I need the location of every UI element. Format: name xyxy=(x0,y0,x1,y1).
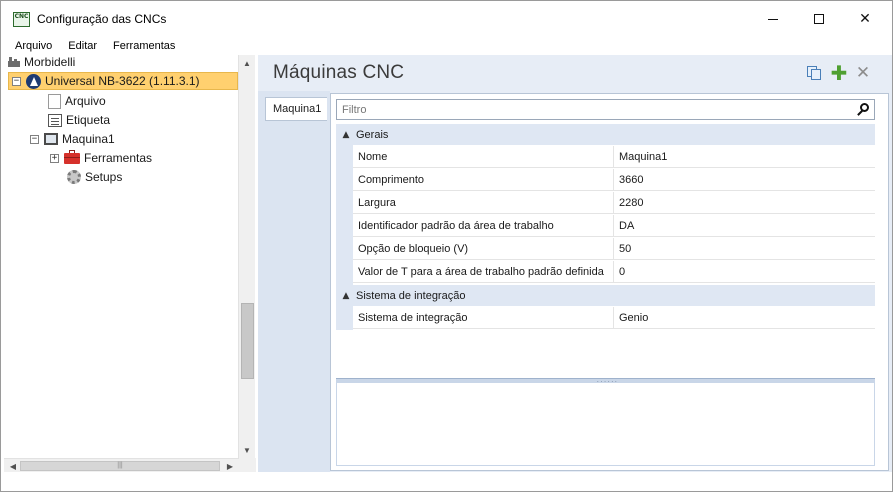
search-icon[interactable] xyxy=(856,102,871,117)
property-name: Largura xyxy=(353,192,614,214)
filter-input[interactable]: Filtro xyxy=(336,99,875,120)
delete-machine-button[interactable]: ✕ xyxy=(854,63,872,83)
property-value[interactable]: 50 xyxy=(615,238,875,260)
tree-node-label: Arquivo xyxy=(65,94,106,108)
add-machine-button[interactable]: ✚ xyxy=(830,61,848,85)
property-row-opcao-bloqueio[interactable]: Opção de bloqueio (V) 50 xyxy=(353,238,875,260)
grid-gutter xyxy=(336,307,353,330)
menu-ferramentas[interactable]: Ferramentas xyxy=(105,40,183,52)
tree-vertical-scrollbar[interactable]: ▲ ▼ xyxy=(238,55,255,458)
property-value[interactable]: 0 xyxy=(615,261,875,283)
label-icon xyxy=(48,113,62,127)
property-row-sistema-integracao[interactable]: Sistema de integração Genio xyxy=(353,307,875,329)
title-bar[interactable]: CNC Configuração das CNCs ✕ xyxy=(1,1,892,37)
tree-node-universal-nb-3622[interactable]: − Universal NB-3622 (1.11.3.1) xyxy=(8,72,238,90)
pane-header: Máquinas CNC ✚ ✕ xyxy=(258,55,892,91)
property-name: Opção de bloqueio (V) xyxy=(353,238,614,260)
collapse-caret-icon[interactable]: ▲ xyxy=(336,291,356,301)
app-window: CNC Configuração das CNCs ✕ Arquivo Edit… xyxy=(0,0,893,492)
scroll-up-icon[interactable]: ▲ xyxy=(239,55,255,71)
collapse-caret-icon[interactable]: ▲ xyxy=(336,130,356,140)
tree-node-maquina1[interactable]: − Maquina1 xyxy=(30,130,115,148)
machine-icon xyxy=(44,133,58,145)
property-description-panel xyxy=(336,383,875,466)
property-value[interactable]: Maquina1 xyxy=(615,146,875,168)
morbidelli-logo-icon xyxy=(26,73,41,89)
close-icon: ✕ xyxy=(859,11,871,27)
tree-node-label: Etiqueta xyxy=(66,113,111,127)
tree-node-morbidelli[interactable]: Morbidelli xyxy=(8,53,75,71)
minimize-button[interactable] xyxy=(750,1,796,37)
gear-icon xyxy=(67,170,81,184)
category-gerais[interactable]: ▲ Gerais xyxy=(336,124,875,145)
property-name: Valor de T para a área de trabalho padrã… xyxy=(353,261,614,283)
scrollbar-corner xyxy=(239,458,256,472)
category-label: Gerais xyxy=(356,128,389,141)
toolbox-icon xyxy=(64,149,80,164)
duplicate-button[interactable] xyxy=(805,64,823,82)
property-value[interactable]: DA xyxy=(615,215,875,237)
scroll-thumb[interactable] xyxy=(241,303,254,379)
tree-node-label: Morbidelli xyxy=(24,55,76,69)
property-value[interactable]: Genio xyxy=(615,307,875,329)
menu-bar: Arquivo Editar Ferramentas xyxy=(1,37,892,55)
property-name: Sistema de integração xyxy=(353,307,614,329)
filter-placeholder: Filtro xyxy=(342,104,367,116)
maximize-button[interactable] xyxy=(796,1,842,37)
scroll-thumb[interactable]: ||| xyxy=(20,461,220,471)
property-row-nome[interactable]: Nome Maquina1 xyxy=(353,146,875,168)
tree-node-arquivo[interactable]: Arquivo xyxy=(48,92,106,110)
category-sistema-integracao[interactable]: ▲ Sistema de integração xyxy=(336,285,875,306)
maximize-icon xyxy=(814,14,824,24)
tree-node-label: Ferramentas xyxy=(84,151,153,165)
expand-toggle[interactable]: + xyxy=(50,153,59,163)
factory-icon xyxy=(8,57,20,67)
cnc-app-icon: CNC xyxy=(13,12,30,27)
property-name: Nome xyxy=(353,146,614,168)
delete-icon: ✕ xyxy=(855,63,871,83)
menu-editar[interactable]: Editar xyxy=(60,40,105,52)
scroll-down-icon[interactable]: ▼ xyxy=(239,442,255,458)
copy-icon-front xyxy=(811,69,821,80)
property-name: Comprimento xyxy=(353,169,614,191)
page-title: Máquinas CNC xyxy=(273,62,405,83)
plus-icon: ✚ xyxy=(830,61,848,85)
scroll-right-icon[interactable]: ▶ xyxy=(223,459,237,473)
scroll-left-icon[interactable]: ◀ xyxy=(6,459,20,473)
menu-arquivo[interactable]: Arquivo xyxy=(1,40,60,52)
property-row-identificador[interactable]: Identificador padrão da área de trabalho… xyxy=(353,215,875,237)
tree-node-etiqueta[interactable]: Etiqueta xyxy=(48,111,110,129)
property-name: Identificador padrão da área de trabalho xyxy=(353,215,614,237)
tab-maquina1[interactable]: Maquina1 xyxy=(265,97,327,121)
collapse-toggle[interactable]: − xyxy=(30,134,39,144)
property-row-valor-t[interactable]: Valor de T para a área de trabalho padrã… xyxy=(353,261,875,283)
category-label: Sistema de integração xyxy=(356,289,466,302)
cnc-machines-pane: Máquinas CNC ✚ ✕ Maquina1 Filtro ▲ Gerai… xyxy=(258,55,892,472)
machine-tab-strip xyxy=(258,91,330,472)
cnc-tree: Morbidelli − Universal NB-3622 (1.11.3.1… xyxy=(4,55,256,472)
property-value[interactable]: 2280 xyxy=(615,192,875,214)
close-button[interactable]: ✕ xyxy=(842,1,888,37)
window-title: Configuração das CNCs xyxy=(37,12,167,26)
tree-node-setups[interactable]: Setups xyxy=(67,168,122,186)
collapse-toggle[interactable]: − xyxy=(12,76,21,86)
property-grid: ▲ Gerais Nome Maquina1 Comprimento 3660 … xyxy=(336,124,875,378)
property-row-largura[interactable]: Largura 2280 xyxy=(353,192,875,214)
tree-node-label: Universal NB-3622 (1.11.3.1) xyxy=(45,74,200,88)
document-icon xyxy=(48,93,61,109)
minimize-icon xyxy=(768,18,778,20)
property-value[interactable]: 3660 xyxy=(615,169,875,191)
tree-node-label: Setups xyxy=(85,170,123,184)
tree-node-ferramentas[interactable]: + Ferramentas xyxy=(50,149,152,167)
tab-content: Filtro ▲ Gerais Nome Maquina1 Compriment… xyxy=(330,93,889,471)
tree-horizontal-scrollbar[interactable]: ◀ ||| ▶ xyxy=(4,458,239,472)
property-row-comprimento[interactable]: Comprimento 3660 xyxy=(353,169,875,191)
tree-node-label: Maquina1 xyxy=(62,132,115,146)
